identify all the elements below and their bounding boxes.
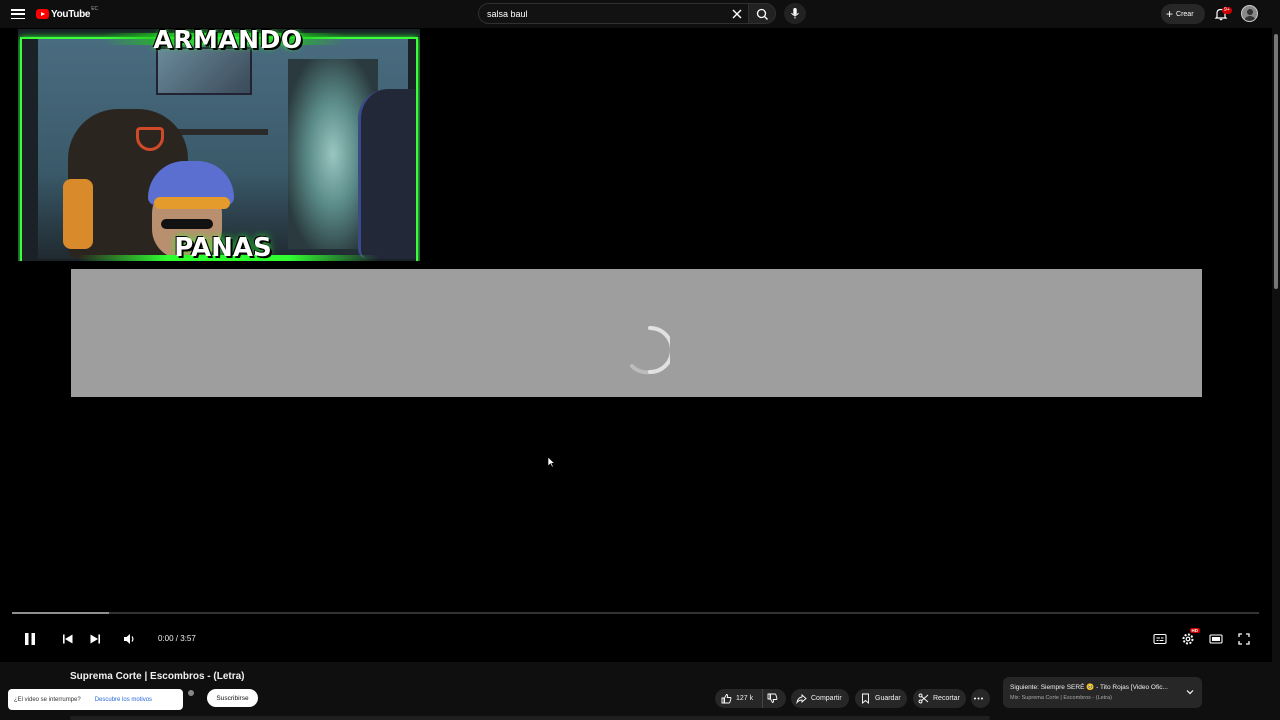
pause-icon[interactable]	[22, 631, 38, 647]
previous-icon[interactable]	[60, 631, 76, 647]
page-scrollbar[interactable]	[1272, 28, 1280, 720]
user-avatar[interactable]	[1241, 5, 1258, 22]
scrollbar-thumb[interactable]	[1274, 34, 1278, 289]
time-display: 0:00 / 3:57	[158, 634, 196, 643]
up-next-subtitle: Mix: Suprema Corte | Escombros - (Letra)	[1010, 695, 1112, 701]
logo-text: YouTube	[51, 8, 91, 20]
info-icon[interactable]	[188, 690, 194, 696]
video-title: Suprema Corte | Escombros - (Letra)	[70, 671, 245, 682]
search-icon	[756, 8, 768, 20]
search-button[interactable]	[748, 3, 776, 24]
webcam-overlay: ARMANDO PANAS	[18, 29, 420, 261]
up-next-title: Siguiente: Siempre SERÉ 🥺 - Tito Rojas […	[1010, 684, 1168, 691]
interrupt-link[interactable]: Descubre los motivos	[95, 697, 152, 703]
clip-label: Recortar	[933, 695, 960, 702]
settings-gear-icon[interactable]	[1180, 631, 1196, 647]
youtube-logo[interactable]: YouTube EC	[36, 6, 99, 21]
subscribe-button[interactable]: Suscribirse	[207, 689, 258, 707]
overlay-title: ARMANDO	[153, 29, 303, 54]
like-button[interactable]: 127 k	[715, 689, 763, 708]
thumbs-down-icon	[767, 693, 777, 703]
share-icon	[796, 694, 807, 704]
next-icon[interactable]	[87, 631, 103, 647]
top-bar: YouTube EC + Crear 9+	[0, 0, 1280, 28]
thumbs-up-icon	[721, 694, 732, 704]
more-actions-button[interactable]	[971, 689, 990, 708]
up-next-card[interactable]: Siguiente: Siempre SERÉ 🥺 - Tito Rojas […	[1003, 677, 1202, 708]
interrupt-notice: ¿El video se interrumpe? Descubre los mo…	[8, 689, 183, 710]
description-preview-strip	[70, 716, 990, 720]
plus-icon: +	[1166, 7, 1174, 21]
chevron-down-icon[interactable]	[1185, 687, 1195, 697]
volume-icon[interactable]	[121, 631, 137, 647]
scissors-icon	[918, 693, 929, 704]
share-label: Compartir	[811, 695, 842, 702]
search-box	[478, 3, 748, 24]
interrupt-question: ¿El video se interrumpe?	[14, 696, 81, 703]
like-count: 127 k	[736, 695, 754, 702]
clip-button[interactable]: Recortar	[913, 689, 966, 708]
youtube-play-icon	[36, 9, 49, 19]
clear-search-icon[interactable]	[730, 7, 744, 21]
mouse-cursor-icon	[547, 456, 555, 468]
captions-icon[interactable]	[1152, 631, 1168, 647]
share-button[interactable]: Compartir	[791, 689, 849, 708]
menu-icon[interactable]	[10, 6, 26, 22]
overlay-subtitle: PANAS	[174, 233, 272, 261]
create-label: Crear	[1176, 10, 1194, 18]
save-button[interactable]: Guardar	[855, 689, 907, 708]
hd-badge: HD	[1190, 628, 1200, 633]
search-input[interactable]	[487, 9, 717, 19]
loading-spinner-icon	[630, 326, 670, 375]
theater-mode-icon[interactable]	[1208, 631, 1224, 647]
microphone-icon	[791, 8, 799, 19]
country-code: EC	[91, 6, 99, 12]
fullscreen-icon[interactable]	[1236, 631, 1252, 647]
voice-search-button[interactable]	[784, 3, 806, 24]
save-label: Guardar	[875, 695, 901, 702]
bookmark-icon	[862, 693, 869, 704]
more-horizontal-icon	[974, 697, 983, 700]
create-button[interactable]: + Crear	[1161, 4, 1205, 24]
progress-bar[interactable]	[12, 612, 1259, 614]
dislike-button[interactable]	[763, 689, 785, 708]
like-dislike-group: 127 k	[715, 689, 786, 708]
overlay-frame	[20, 37, 418, 261]
buffered-progress	[12, 612, 110, 614]
notifications-badge: 9+	[1222, 7, 1232, 14]
